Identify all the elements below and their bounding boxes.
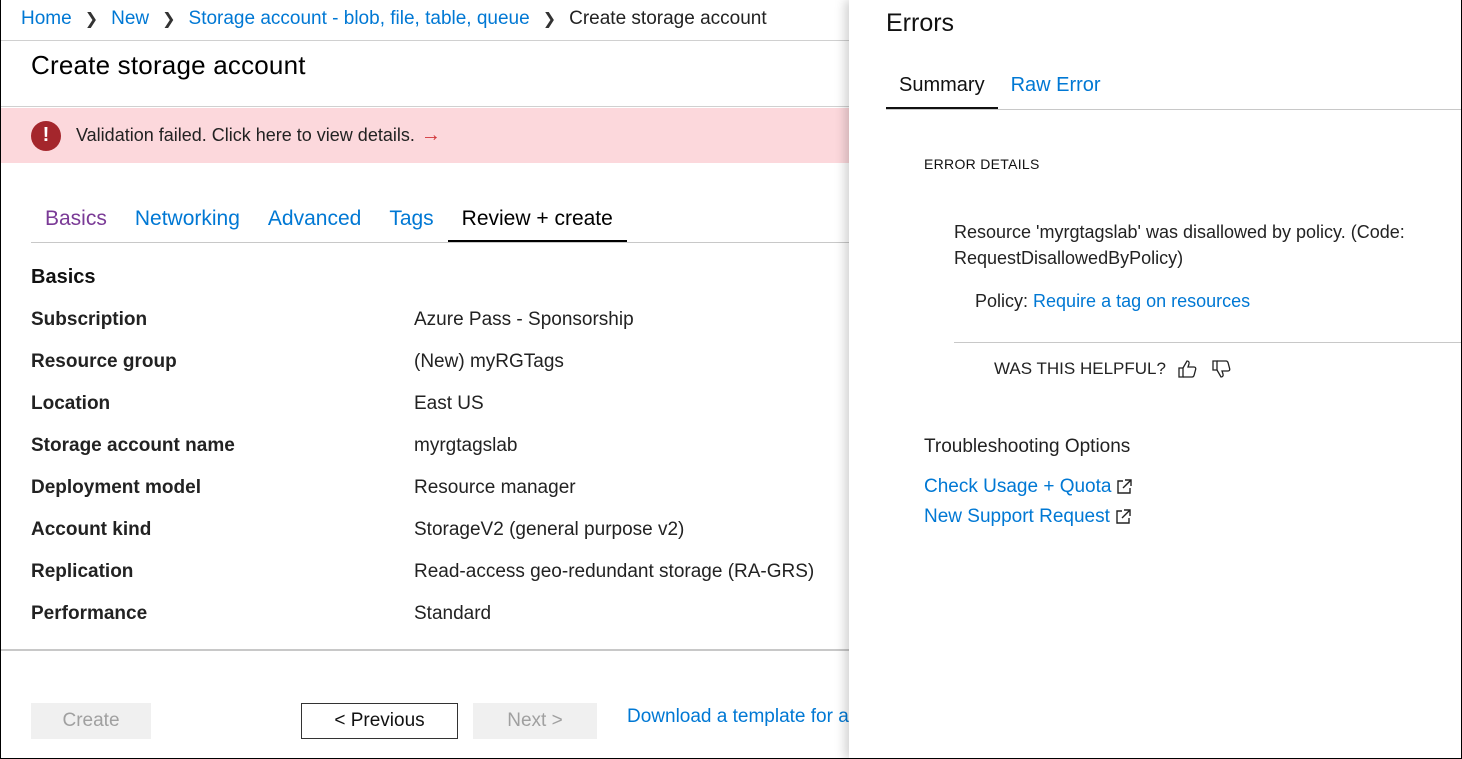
chevron-right-icon: ❯ — [162, 11, 176, 28]
tab-tags[interactable]: Tags — [375, 203, 447, 243]
external-link-icon — [1117, 479, 1133, 494]
helpful-label: WAS THIS HELPFUL? — [994, 359, 1166, 378]
policy-prefix: Policy: — [975, 291, 1029, 311]
tabs-divider — [886, 109, 1461, 110]
link-label: Check Usage + Quota — [924, 476, 1112, 497]
row-value: myrgtagslab — [414, 435, 518, 456]
tab-summary[interactable]: Summary — [886, 72, 998, 110]
summary-row: Replication Read-access geo-redundant st… — [31, 561, 849, 591]
window-frame: Home ❯ New ❯ Storage account - blob, fil… — [0, 0, 1462, 759]
link-label: New Support Request — [924, 506, 1110, 527]
row-label: Resource group — [31, 351, 177, 372]
footer-divider — [1, 649, 849, 651]
row-label: Replication — [31, 561, 134, 582]
errors-tabs: Summary Raw Error — [886, 72, 1114, 110]
tab-raw-error[interactable]: Raw Error — [998, 72, 1114, 110]
row-value: Azure Pass - Sponsorship — [414, 309, 634, 330]
summary-row: Account kind StorageV2 (general purpose … — [31, 519, 849, 549]
tab-review-create[interactable]: Review + create — [447, 203, 627, 243]
divider — [1, 106, 849, 107]
page-title: Create storage account — [31, 50, 306, 80]
row-label: Deployment model — [31, 477, 201, 498]
row-label: Account kind — [31, 519, 152, 540]
row-label: Location — [31, 393, 111, 414]
errors-panel: Errors Summary Raw Error ERROR DETAILS R… — [849, 0, 1461, 758]
next-button[interactable]: Next > — [473, 703, 597, 739]
create-button[interactable]: Create — [31, 703, 151, 739]
tab-basics[interactable]: Basics — [31, 203, 121, 243]
section-title: Basics — [31, 266, 96, 288]
tab-networking[interactable]: Networking — [121, 203, 254, 243]
breadcrumb-home[interactable]: Home — [21, 8, 72, 30]
breadcrumb-new[interactable]: New — [111, 8, 149, 30]
divider — [1, 40, 849, 41]
row-value: East US — [414, 393, 484, 414]
row-value: StorageV2 (general purpose v2) — [414, 519, 685, 540]
chevron-right-icon: ❯ — [84, 11, 99, 28]
new-support-request-link[interactable]: New Support Request — [924, 506, 1132, 528]
summary-row: Resource group (New) myRGTags — [31, 351, 849, 381]
arrow-right-icon: → — [420, 124, 441, 146]
summary-row: Location East US — [31, 393, 849, 423]
chevron-right-icon: ❯ — [542, 11, 557, 28]
row-value: (New) myRGTags — [414, 351, 564, 372]
summary-row: Deployment model Resource manager — [31, 477, 849, 507]
policy-link[interactable]: Require a tag on resources — [1033, 291, 1250, 311]
breadcrumb-current: Create storage account — [569, 8, 767, 29]
breadcrumb: Home ❯ New ❯ Storage account - blob, fil… — [21, 8, 767, 30]
divider — [954, 342, 1461, 343]
external-link-icon — [1116, 509, 1131, 524]
helpful-row: WAS THIS HELPFUL? — [994, 357, 1234, 381]
check-usage-quota-link[interactable]: Check Usage + Quota — [924, 476, 1133, 498]
row-label: Subscription — [31, 309, 148, 330]
create-blade: Home ❯ New ❯ Storage account - blob, fil… — [1, 0, 849, 758]
wizard-tabs: Basics Networking Advanced Tags Review +… — [31, 203, 627, 243]
banner-text: Validation failed. Click here to view de… — [76, 125, 415, 145]
row-label: Storage account name — [31, 435, 235, 456]
troubleshooting-title: Troubleshooting Options — [924, 436, 1131, 457]
thumbs-up-icon[interactable] — [1176, 357, 1200, 381]
download-template-link[interactable]: Download a template for automation — [627, 706, 849, 728]
row-value: Resource manager — [414, 477, 576, 498]
row-label: Performance — [31, 603, 148, 624]
policy-line: Policy: Require a tag on resources — [975, 291, 1250, 312]
summary-row: Storage account name myrgtagslab — [31, 435, 849, 465]
tabs-divider — [31, 242, 849, 243]
errors-title: Errors — [886, 9, 955, 37]
row-value: Read-access geo-redundant storage (RA-GR… — [414, 561, 815, 582]
tab-advanced[interactable]: Advanced — [254, 203, 375, 243]
summary-row: Subscription Azure Pass - Sponsorship — [31, 309, 849, 339]
row-value: Standard — [414, 603, 492, 624]
thumbs-down-icon[interactable] — [1210, 357, 1234, 381]
previous-button[interactable]: < Previous — [301, 703, 458, 739]
error-details-label: ERROR DETAILS — [924, 156, 1040, 172]
validation-failed-banner[interactable]: ! Validation failed. Click here to view … — [1, 108, 849, 163]
error-icon: ! — [31, 120, 61, 151]
breadcrumb-storage-account[interactable]: Storage account - blob, file, table, que… — [189, 8, 530, 30]
error-message: Resource 'myrgtagslab' was disallowed by… — [954, 222, 1405, 268]
summary-row: Performance Standard — [31, 603, 849, 633]
